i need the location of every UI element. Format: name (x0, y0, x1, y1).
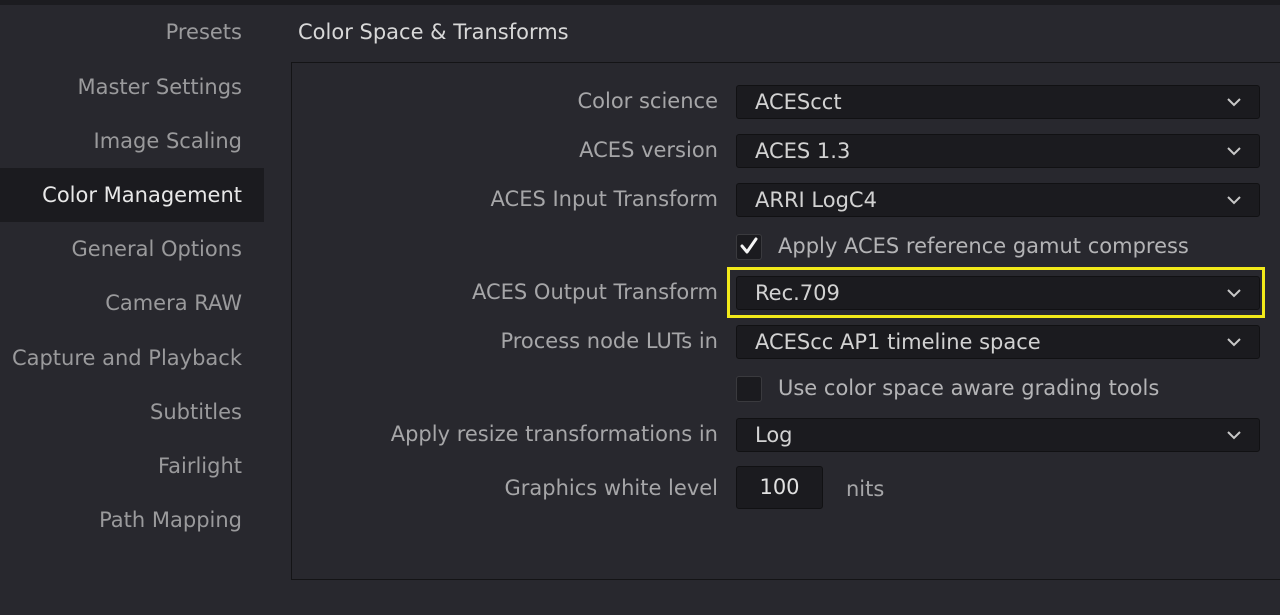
sidebar-item-master-settings[interactable]: Master Settings (0, 60, 264, 114)
sidebar-item-image-scaling[interactable]: Image Scaling (0, 114, 264, 168)
chevron-down-icon (1227, 289, 1241, 298)
section-title: Color Space & Transforms (298, 20, 569, 44)
graphics-white-level-input[interactable]: 100 (736, 466, 823, 509)
checkmark-icon (740, 237, 758, 254)
color-science-dropdown[interactable]: ACEScct (736, 85, 1260, 119)
process-node-luts-label: Process node LUTs in (500, 329, 718, 353)
settings-sidebar: Presets Master Settings Image Scaling Co… (0, 5, 264, 615)
color-space-aware-checkbox[interactable] (736, 376, 762, 402)
graphics-white-level-label: Graphics white level (504, 476, 719, 500)
aces-version-label: ACES version (579, 138, 718, 162)
graphics-white-level-unit: nits (846, 477, 885, 501)
aces-input-transform-label: ACES Input Transform (490, 187, 718, 211)
project-settings-window: Presets Master Settings Image Scaling Co… (0, 0, 1280, 615)
aces-version-value: ACES 1.3 (755, 139, 851, 163)
gamut-compress-label: Apply ACES reference gamut compress (778, 234, 1189, 258)
chevron-down-icon (1227, 147, 1241, 156)
chevron-down-icon (1227, 196, 1241, 205)
sidebar-item-camera-raw[interactable]: Camera RAW (0, 276, 264, 330)
sidebar-item-subtitles[interactable]: Subtitles (0, 385, 264, 439)
resize-transform-value: Log (755, 423, 793, 447)
process-node-luts-dropdown[interactable]: ACEScc AP1 timeline space (736, 325, 1260, 359)
process-node-luts-value: ACEScc AP1 timeline space (755, 330, 1041, 354)
aces-version-dropdown[interactable]: ACES 1.3 (736, 134, 1260, 168)
resize-transform-label: Apply resize transformations in (390, 422, 718, 446)
chevron-down-icon (1227, 431, 1241, 440)
aces-input-transform-dropdown[interactable]: ARRI LogC4 (736, 183, 1260, 217)
color-space-aware-label: Use color space aware grading tools (778, 376, 1160, 400)
resize-transform-dropdown[interactable]: Log (736, 418, 1260, 452)
color-science-value: ACEScct (755, 90, 842, 114)
sidebar-item-presets[interactable]: Presets (0, 5, 264, 59)
gamut-compress-checkbox[interactable] (736, 234, 762, 260)
aces-output-transform-dropdown[interactable]: Rec.709 (736, 276, 1260, 310)
color-science-label: Color science (577, 89, 718, 113)
chevron-down-icon (1227, 338, 1241, 347)
aces-output-transform-label: ACES Output Transform (471, 280, 718, 304)
aces-output-transform-value: Rec.709 (755, 281, 840, 305)
sidebar-item-path-mapping[interactable]: Path Mapping (0, 493, 264, 547)
chevron-down-icon (1227, 98, 1241, 107)
sidebar-item-capture-and-playback[interactable]: Capture and Playback (0, 331, 264, 385)
aces-input-transform-value: ARRI LogC4 (755, 188, 877, 212)
sidebar-item-general-options[interactable]: General Options (0, 222, 264, 276)
sidebar-item-color-management[interactable]: Color Management (0, 168, 264, 222)
sidebar-item-fairlight[interactable]: Fairlight (0, 439, 264, 493)
